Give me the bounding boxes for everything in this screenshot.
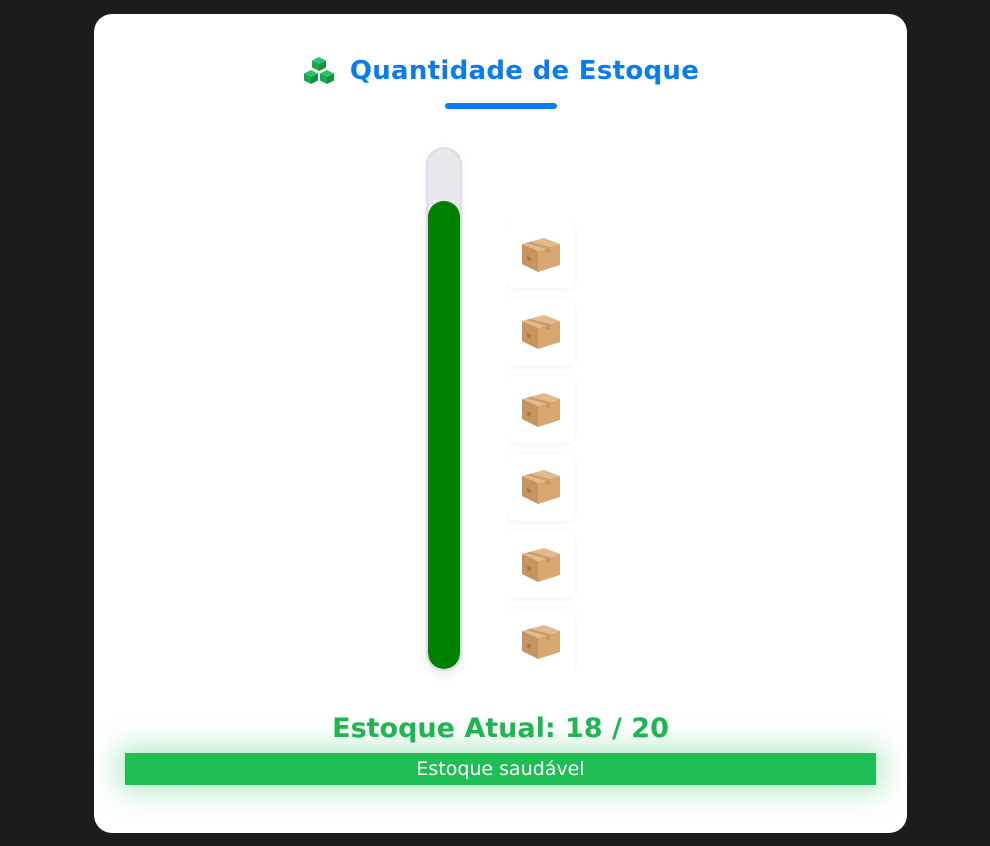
stock-card: Quantidade de Estoque Estoque Atual: 18 … bbox=[94, 14, 907, 833]
cubes-icon bbox=[302, 56, 336, 86]
card-header: Quantidade de Estoque bbox=[94, 56, 907, 86]
stock-box-tile bbox=[507, 298, 575, 366]
stock-box-tile bbox=[507, 608, 575, 671]
stock-boxes-column bbox=[507, 221, 577, 671]
package-box-icon bbox=[518, 232, 564, 278]
package-box-icon bbox=[518, 619, 564, 665]
page-title: Quantidade de Estoque bbox=[349, 56, 700, 86]
stock-box-tile bbox=[507, 221, 575, 288]
package-box-icon bbox=[518, 387, 564, 433]
stock-value-text: Estoque Atual: 18 / 20 bbox=[332, 713, 669, 744]
stock-box-tile bbox=[507, 376, 575, 444]
stock-level-gauge bbox=[426, 147, 462, 671]
status-text: Estoque saudável bbox=[416, 758, 585, 780]
stock-box-tile bbox=[507, 531, 575, 599]
title-underline bbox=[445, 103, 557, 109]
stock-box-tile bbox=[507, 453, 575, 521]
package-box-icon bbox=[518, 542, 564, 588]
stock-level-fill bbox=[428, 201, 460, 669]
package-box-icon bbox=[518, 309, 564, 355]
package-box-icon bbox=[518, 464, 564, 510]
status-badge: Estoque saudável bbox=[125, 753, 876, 785]
